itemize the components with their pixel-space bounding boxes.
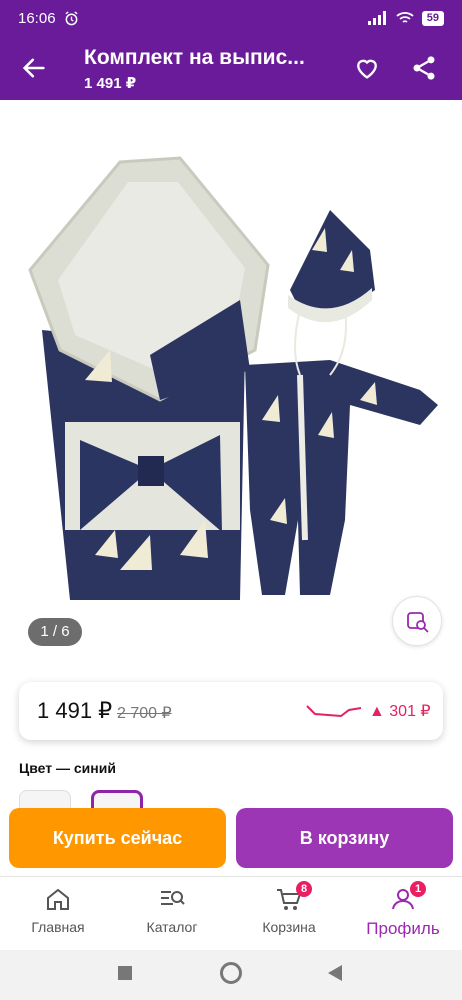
- cart-icon-wrap: 8: [276, 881, 312, 911]
- nav-home[interactable]: Главная: [8, 887, 108, 935]
- profile-badge: 1: [410, 881, 426, 897]
- profile-icon-wrap: 1: [390, 881, 426, 911]
- header-price: 1 491 ₽: [84, 75, 137, 92]
- nav-cart-label: Корзина: [262, 919, 316, 935]
- home-button[interactable]: [220, 962, 242, 984]
- price-trend-icon: [306, 705, 362, 718]
- status-time: 16:06: [18, 9, 56, 27]
- price-delta: ▲ 301 ₽: [369, 703, 431, 720]
- nav-profile[interactable]: 1 Профиль: [353, 881, 453, 939]
- add-to-cart-button[interactable]: В корзину: [236, 808, 453, 868]
- heart-icon[interactable]: [353, 54, 381, 82]
- product-image[interactable]: [0, 100, 462, 660]
- current-price: 1 491 ₽: [37, 698, 113, 723]
- alarm-icon: [65, 10, 78, 25]
- nav-catalog-label: Каталог: [146, 919, 198, 935]
- product-illustration: [28, 156, 438, 600]
- image-search-button[interactable]: [392, 596, 442, 646]
- nav-home-label: Главная: [31, 919, 85, 935]
- nav-catalog[interactable]: Каталог: [122, 887, 222, 935]
- app-bar: Комплект на выпис... 1 491 ₽: [0, 36, 462, 100]
- back-button[interactable]: [328, 965, 342, 981]
- recents-button[interactable]: [118, 966, 132, 980]
- status-bar: 16:06 59: [0, 0, 462, 36]
- nav-profile-label: Профиль: [366, 919, 440, 938]
- battery-indicator: 59: [421, 10, 444, 26]
- nav-cart[interactable]: 8 Корзина: [239, 881, 339, 935]
- image-search-icon: [407, 612, 429, 633]
- image-counter: 1 / 6: [28, 618, 82, 646]
- status-icons: 59: [367, 10, 444, 26]
- home-icon: [47, 888, 69, 910]
- old-price: 2 700 ₽: [117, 705, 172, 722]
- buy-now-button[interactable]: Купить сейчас: [9, 808, 226, 868]
- cart-badge: 8: [296, 881, 312, 897]
- catalog-search-icon: [161, 891, 185, 905]
- page-title: Комплект на выпис...: [84, 46, 305, 69]
- color-label: Цвет — синий: [19, 760, 116, 776]
- price-card[interactable]: 1 491 ₽ 2 700 ₽ ▲ 301 ₽: [19, 682, 443, 740]
- signal-icon: [367, 11, 386, 25]
- wifi-icon: [396, 12, 414, 23]
- status-time-group: 16:06: [18, 10, 79, 27]
- bottom-nav: Главная Каталог 8 Корзина 1 Профиль: [0, 876, 462, 950]
- arrow-left-icon[interactable]: [20, 54, 48, 82]
- system-nav-bar: [0, 950, 462, 1000]
- share-icon[interactable]: [410, 54, 438, 82]
